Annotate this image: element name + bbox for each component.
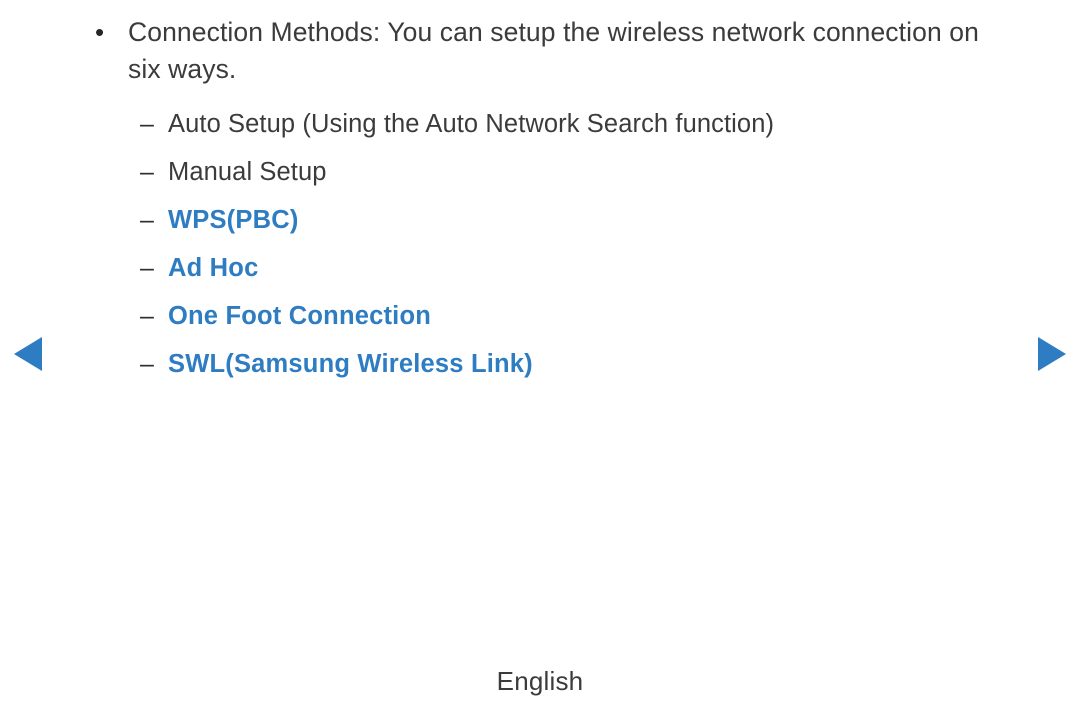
dash-icon: – (140, 301, 154, 330)
connection-methods-list: – Auto Setup (Using the Auto Network Sea… (140, 100, 1040, 388)
e-manual-page: • Connection Methods: You can setup the … (0, 0, 1080, 705)
list-item-link-one-foot-connection[interactable]: – One Foot Connection (140, 292, 1040, 340)
dash-icon: – (140, 157, 154, 186)
list-item-label[interactable]: Ad Hoc (168, 254, 258, 282)
dash-icon: – (140, 253, 154, 282)
triangle-left-icon[interactable] (14, 337, 42, 371)
list-item-label: Auto Setup (Using the Auto Network Searc… (168, 109, 775, 138)
list-item-label: Manual Setup (168, 157, 327, 186)
dash-icon: – (140, 109, 154, 138)
list-item-label[interactable]: SWL(Samsung Wireless Link) (168, 350, 533, 378)
main-bullet-item: • Connection Methods: You can setup the … (90, 14, 1000, 88)
list-item-label[interactable]: One Foot Connection (168, 302, 431, 330)
dash-icon: – (140, 349, 154, 378)
triangle-right-icon[interactable] (1038, 337, 1066, 371)
list-item: – Manual Setup (140, 148, 1040, 196)
list-item-link-swl[interactable]: – SWL(Samsung Wireless Link) (140, 340, 1040, 388)
list-item-link-wps-pbc[interactable]: – WPS(PBC) (140, 196, 1040, 244)
main-bullet-text: Connection Methods: You can setup the wi… (128, 17, 979, 84)
language-label: English (496, 666, 584, 696)
list-item: – Auto Setup (Using the Auto Network Sea… (140, 100, 1040, 148)
bullet-icon: • (95, 17, 105, 47)
list-item-link-ad-hoc[interactable]: – Ad Hoc (140, 244, 1040, 292)
dash-icon: – (140, 205, 154, 234)
list-item-label[interactable]: WPS(PBC) (168, 206, 299, 234)
